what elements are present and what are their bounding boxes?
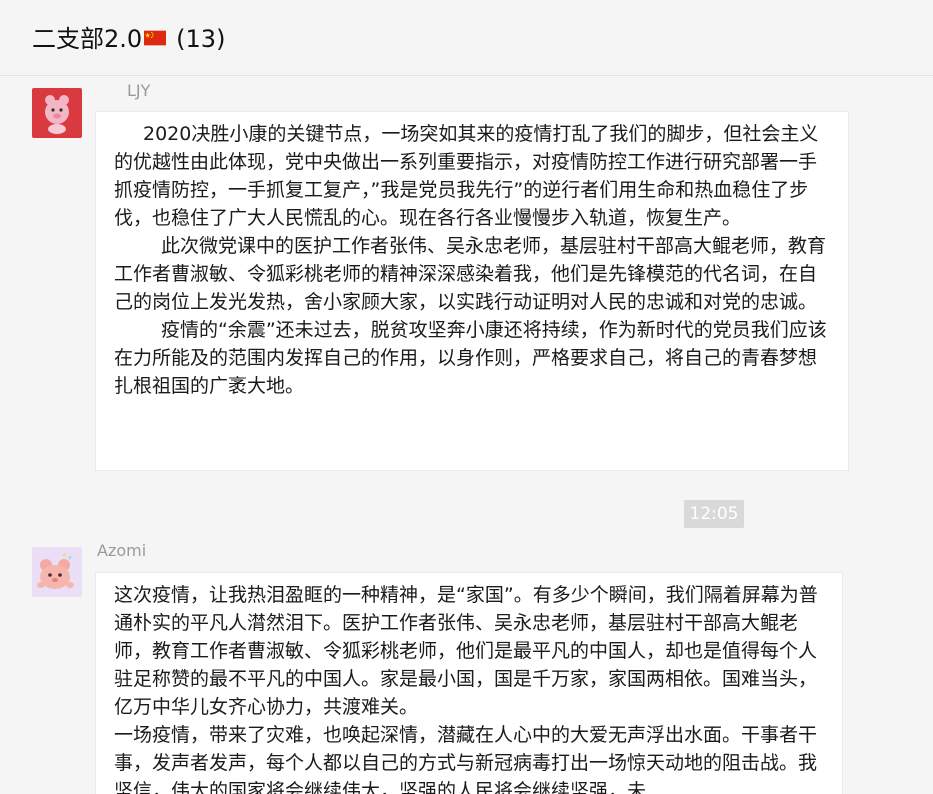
sender-name: LJY bbox=[127, 81, 151, 100]
chat-title[interactable]: 二支部2.0 (13) bbox=[32, 22, 225, 56]
message-list[interactable]: LJY 2020决胜小康的关键节点，一场突如其来的疫情打乱了我们的脚步，但社会主… bbox=[0, 77, 933, 794]
message-bubble[interactable]: 这次疫情，让我热泪盈眶的一种精神，是“家国”。有多少个瞬间，我们隔着屏幕为普通朴… bbox=[95, 572, 843, 794]
china-flag-icon bbox=[144, 30, 167, 46]
avatar-ljy[interactable] bbox=[32, 88, 82, 138]
message-paragraph: 2020决胜小康的关键节点，一场突如其来的疫情打乱了我们的脚步，但社会主义的优越… bbox=[114, 123, 819, 229]
group-name: 二支部2.0 bbox=[32, 25, 143, 53]
message-paragraph: 此次微党课中的医护工作者张伟、吴永忠老师，基层驻村干部高大鲲老师，教育工作者曹淑… bbox=[114, 235, 827, 313]
timestamp: 12:05 bbox=[684, 500, 744, 528]
avatar-azomi[interactable] bbox=[32, 547, 82, 597]
message-paragraph: 这次疫情，让我热泪盈眶的一种精神，是“家国”。有多少个瞬间，我们隔着屏幕为普通朴… bbox=[114, 584, 818, 718]
sender-name: Azomi bbox=[97, 541, 147, 560]
message-bubble[interactable]: 2020决胜小康的关键节点，一场突如其来的疫情打乱了我们的脚步，但社会主义的优越… bbox=[95, 111, 849, 471]
message-paragraph: 一场疫情，带来了灾难，也唤起深情，潜藏在人心中的大爱无声浮出水面。干事者干事，发… bbox=[114, 724, 818, 794]
message-paragraph: 疫情的“余震”还未过去，脱贫攻坚奔小康还将持续，作为新时代的党员我们应该在力所能… bbox=[114, 319, 827, 397]
chat-header: 二支部2.0 (13) bbox=[0, 0, 933, 76]
member-count: (13) bbox=[176, 25, 226, 53]
